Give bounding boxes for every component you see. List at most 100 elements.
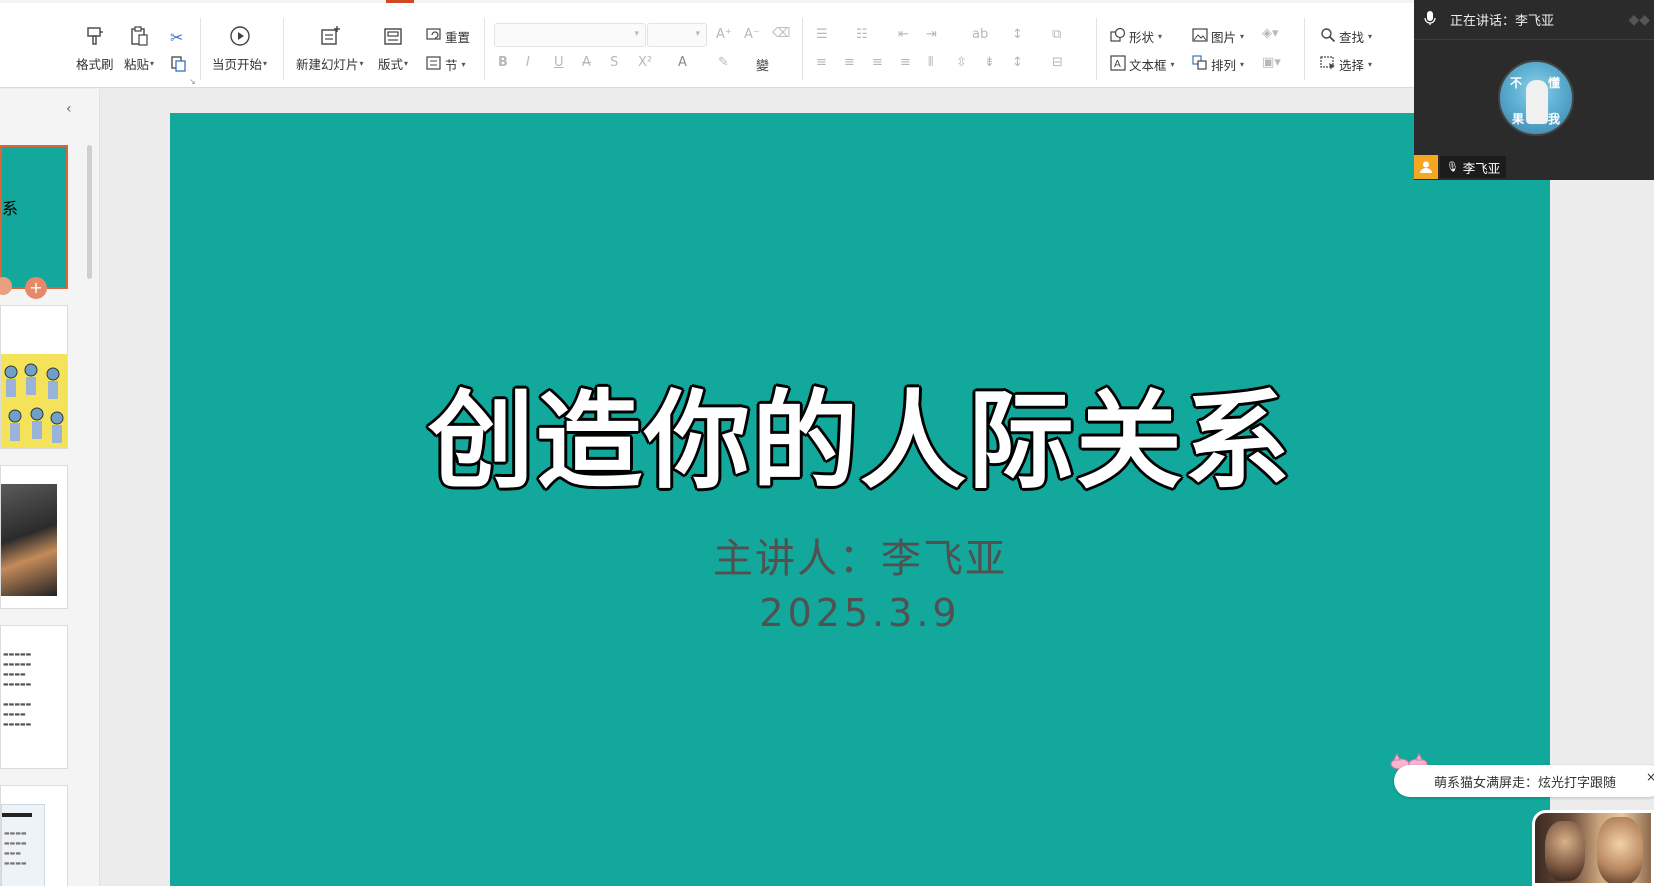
play-from-current-button[interactable]: 当页开始 ▾	[212, 24, 267, 73]
highlight-icon[interactable]: ✎	[718, 55, 729, 70]
decrease-font-icon[interactable]: A⁻	[744, 27, 760, 42]
arrange-button[interactable]: 排列 ▾	[1192, 55, 1244, 74]
paragraph-icon[interactable]: ⇟	[984, 55, 995, 70]
bullets-icon[interactable]: ☰	[816, 27, 828, 42]
outline-icon[interactable]: ▣▾	[1262, 55, 1281, 70]
increase-font-icon[interactable]: A⁺	[716, 27, 732, 42]
underline-icon[interactable]: U	[554, 55, 564, 70]
picture-label: 图片	[1211, 30, 1237, 45]
close-icon[interactable]: ×	[1646, 770, 1654, 784]
align-left-icon[interactable]: ≡	[816, 55, 827, 70]
shape-icon	[1110, 27, 1126, 46]
italic-icon[interactable]: I	[526, 55, 530, 70]
section-button[interactable]: 节 ▾	[426, 55, 466, 74]
chevron-down-icon: ▾	[150, 59, 155, 68]
new-slide-button[interactable]: 新建幻灯片 ▾	[296, 24, 364, 73]
increase-indent-icon[interactable]: ⇥	[926, 27, 937, 42]
chevron-down-icon: ▾	[1368, 60, 1373, 69]
clear-format-icon[interactable]: ⌫	[772, 26, 790, 41]
distribute-icon[interactable]: ⫴	[928, 55, 933, 70]
text-box-align-icon[interactable]: ⊟	[1052, 55, 1063, 70]
slide-thumbnail-1[interactable]: 系	[0, 145, 68, 289]
meeting-status-bar: 正在讲话：李飞亚	[1414, 0, 1654, 40]
microphone-icon	[1424, 10, 1436, 30]
justify-icon[interactable]: ≡	[900, 55, 911, 70]
font-color-icon[interactable]: A	[678, 55, 687, 70]
chevron-down-icon: ▾	[1170, 60, 1175, 69]
chevron-down-icon: ▾	[1368, 32, 1373, 41]
chevron-left-icon[interactable]: ‹	[66, 101, 72, 117]
select-button[interactable]: 选择 ▾	[1320, 55, 1372, 74]
reset-icon	[426, 27, 442, 46]
thumbnail-text-block: ▬▬▬▬ ▬▬▬▬ ▬▬▬ ▬▬▬▬	[4, 830, 27, 867]
align-right-icon[interactable]: ≡	[872, 55, 883, 70]
slide-presenter[interactable]: 主讲人：李飞亚	[170, 526, 1550, 584]
paste-button[interactable]: 粘贴 ▾	[124, 24, 154, 73]
layout-label: 版式	[378, 57, 404, 72]
portrait-thumbnail-image	[1, 484, 57, 596]
text-sort-icon[interactable]: ↕	[1012, 27, 1023, 42]
video-person-1	[1545, 821, 1585, 881]
video-preview[interactable]	[1532, 810, 1654, 886]
numbering-icon[interactable]: ☷	[856, 27, 868, 42]
font-family-select[interactable]: ▾	[494, 23, 646, 47]
cut-button[interactable]: ✂	[170, 28, 183, 47]
tab-strip	[0, 0, 1654, 3]
decrease-indent-icon[interactable]: ⇤	[898, 27, 909, 42]
slide-thumbnail-2[interactable]	[0, 305, 68, 449]
slide-date[interactable]: 2025.3.9	[170, 591, 1550, 635]
strikethrough-icon[interactable]: A	[582, 55, 591, 70]
find-button[interactable]: 查找 ▾	[1320, 27, 1372, 46]
picture-button[interactable]: 图片 ▾	[1192, 27, 1244, 46]
find-label: 查找	[1339, 30, 1365, 45]
new-slide-label: 新建幻灯片	[296, 57, 359, 72]
thumbnail-heading-bar	[2, 813, 32, 817]
copy-button[interactable]	[170, 55, 188, 76]
bold-icon[interactable]: B	[498, 55, 508, 70]
thumbnail-text-block: ▬▬▬▬▬ ▬▬▬▬▬ ▬▬▬▬ ▬▬▬▬▬ ▬▬▬▬▬ ▬▬▬▬ ▬▬▬▬▬	[3, 651, 32, 728]
group-divider	[802, 18, 803, 80]
group-divider	[200, 18, 201, 80]
slide-thumbnail-5[interactable]: ▬▬▬▬ ▬▬▬▬ ▬▬▬ ▬▬▬▬	[0, 785, 68, 886]
format-painter-button[interactable]: 格式刷	[76, 24, 114, 73]
microphone-icon: 🎙	[1446, 161, 1459, 173]
shape-button[interactable]: 形状 ▾	[1110, 27, 1162, 46]
avatar-text-4: 我	[1548, 112, 1561, 126]
slide-canvas[interactable]: 创造你的人际关系 主讲人：李飞亚 2025.3.9	[170, 113, 1550, 886]
dialog-launcher-icon[interactable]: ↘	[189, 77, 196, 86]
slide-thumbnail-4[interactable]: ▬▬▬▬▬ ▬▬▬▬▬ ▬▬▬▬ ▬▬▬▬▬ ▬▬▬▬▬ ▬▬▬▬ ▬▬▬▬▬	[0, 625, 68, 769]
add-slide-icon[interactable]: +	[25, 277, 47, 299]
format-painter-icon	[83, 24, 107, 48]
avatar[interactable]: 不 懂 果 我	[1498, 60, 1574, 136]
ribbon-toolbar: 格式刷 粘贴 ▾ ✂ ↘ 当页开始 ▾ 新建幻灯片 ▾ 版式 ▾ 重置 节 ▾ …	[0, 0, 1654, 88]
slide-title[interactable]: 创造你的人际关系	[170, 355, 1550, 509]
slide-thumbnail-3[interactable]	[0, 465, 68, 609]
section-label: 节	[445, 58, 458, 73]
line-spacing-icon[interactable]: ↕	[1012, 55, 1023, 70]
font-size-select[interactable]: ▾	[647, 23, 707, 47]
shadow-icon[interactable]: S	[610, 55, 618, 70]
fill-icon[interactable]: ◈▾	[1262, 26, 1279, 41]
vertical-align-icon[interactable]: ⇳	[956, 55, 967, 70]
avatar-text-3: 果	[1512, 112, 1525, 126]
group-divider	[1304, 18, 1305, 80]
thumbnail-title-fragment: 系	[2, 199, 19, 218]
phonetic-icon[interactable]: 變	[756, 55, 769, 74]
smartart-icon[interactable]: ⧉	[1052, 27, 1061, 42]
superscript-icon[interactable]: X²	[638, 55, 652, 70]
group-divider	[1096, 18, 1097, 80]
copy-icon	[170, 55, 188, 76]
text-direction-icon[interactable]: ab	[972, 27, 988, 42]
textbox-button[interactable]: A 文本框 ▾	[1110, 55, 1175, 74]
thumbnail-action-dot[interactable]	[0, 277, 12, 295]
user-icon	[1414, 155, 1438, 179]
layout-button[interactable]: 版式 ▾	[378, 24, 408, 73]
thumbnail-scrollbar[interactable]	[87, 145, 92, 279]
arrange-icon	[1192, 55, 1208, 74]
align-center-icon[interactable]: ≡	[844, 55, 855, 70]
arrange-label: 排列	[1211, 58, 1237, 73]
avatar-text-1: 不	[1510, 76, 1523, 90]
danmaku-message: 萌系猫女满屏走：炫光打字跟随	[1394, 765, 1654, 797]
reset-button[interactable]: 重置	[426, 27, 470, 46]
layout-icon	[381, 24, 405, 48]
